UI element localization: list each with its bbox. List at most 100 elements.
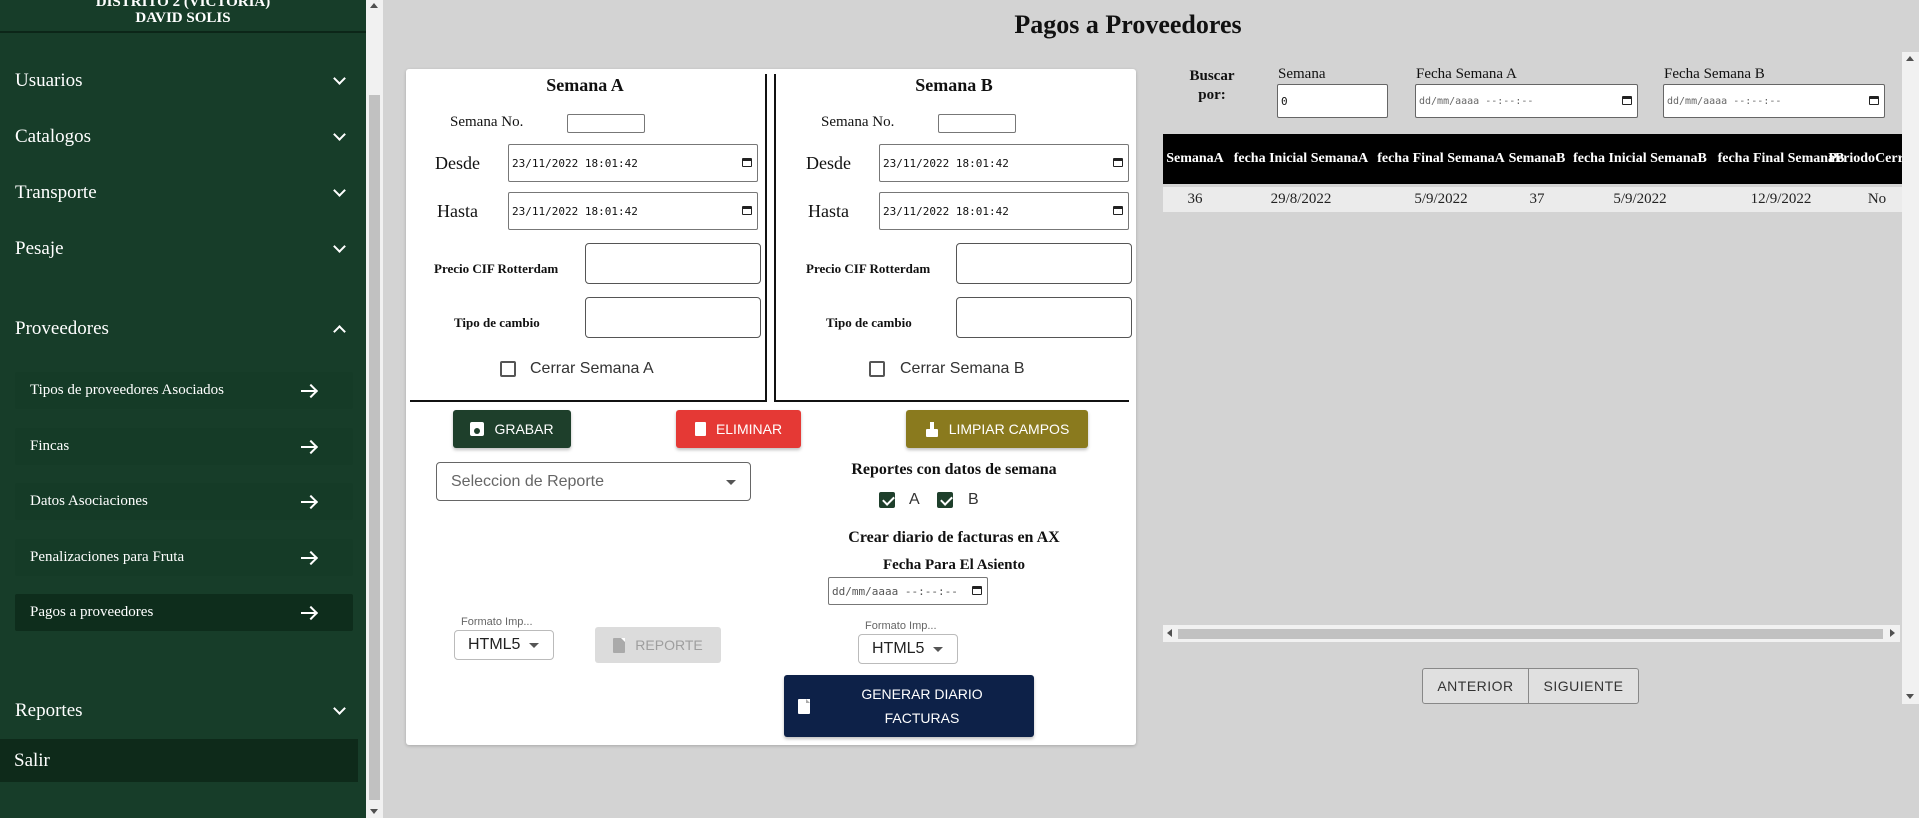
calendar-icon[interactable] bbox=[742, 206, 752, 215]
formato-select[interactable]: HTML5 bbox=[454, 630, 554, 660]
report-b-checkbox[interactable] bbox=[937, 492, 953, 508]
submenu-datos-asociaciones[interactable]: Datos Asociaciones bbox=[15, 483, 353, 520]
user-name: DAVID SOLIS bbox=[135, 10, 231, 26]
column-header-line: B bbox=[1697, 151, 1707, 166]
generar-diario-button[interactable]: GENERAR DIARIO FACTURAS bbox=[784, 675, 1034, 737]
semana-b-no-input[interactable] bbox=[938, 114, 1016, 133]
search-fecha-a-label: Fecha Semana A bbox=[1416, 66, 1517, 82]
calendar-icon[interactable] bbox=[742, 158, 752, 167]
semana-a-tipo-cambio-label: Tipo de cambio bbox=[454, 315, 540, 330]
menu-transporte[interactable]: Transporte bbox=[0, 173, 366, 213]
table-header: Semana A fecha Inicial Semana A fecha Fina… bbox=[1163, 134, 1919, 184]
scroll-up-icon[interactable] bbox=[370, 3, 378, 8]
submenu-pagos-proveedores[interactable]: Pagos a proveedores bbox=[15, 594, 353, 631]
header-divider bbox=[0, 31, 366, 33]
semana-a-desde-input[interactable]: 23/11/2022 18:01:42 bbox=[508, 144, 758, 182]
semana-a-title: Semana A bbox=[546, 75, 624, 95]
grabar-button-label: GRABAR bbox=[494, 421, 554, 437]
scroll-down-icon[interactable] bbox=[370, 809, 378, 814]
menu-usuarios[interactable]: Usuarios bbox=[0, 61, 366, 101]
semana-b-tipo-cambio-input[interactable] bbox=[956, 297, 1132, 338]
trash-icon bbox=[694, 422, 706, 436]
column-header[interactable]: Semana B bbox=[1507, 134, 1567, 184]
menu-proveedores[interactable]: Proveedores bbox=[0, 309, 366, 349]
column-divider bbox=[765, 74, 767, 402]
semana-b-hasta-input[interactable]: 23/11/2022 18:01:42 bbox=[879, 192, 1129, 230]
reporte-button[interactable]: REPORTE bbox=[595, 627, 721, 663]
submenu-pagos-label: Pagos a proveedores bbox=[30, 604, 154, 620]
semana-b-precio-input[interactable] bbox=[956, 243, 1132, 284]
menu-salir[interactable]: Salir bbox=[0, 739, 358, 782]
calendar-icon[interactable] bbox=[1113, 158, 1123, 167]
report-a-checkbox[interactable] bbox=[879, 492, 895, 508]
form-card: Semana A Semana No. Desde 23/11/2022 18:… bbox=[406, 69, 1136, 745]
save-icon bbox=[470, 422, 485, 436]
reporte-select[interactable]: Seleccion de Reporte bbox=[436, 462, 751, 501]
fecha-asiento-label: Fecha Para El Asiento bbox=[882, 557, 1026, 573]
column-header[interactable]: fecha Inicial Semana A bbox=[1227, 134, 1375, 184]
menu-catalogos[interactable]: Catalogos bbox=[0, 117, 366, 157]
semana-a-precio-input[interactable] bbox=[585, 243, 761, 284]
column-header-line: A bbox=[1494, 151, 1505, 166]
table-cell: 5/9/2022 bbox=[1613, 191, 1667, 207]
search-fecha-a-input[interactable]: dd/mm/aaaa --:--:-- bbox=[1415, 84, 1638, 118]
formato-value: HTML5 bbox=[468, 636, 521, 653]
calendar-icon[interactable] bbox=[1869, 96, 1879, 105]
eliminar-button[interactable]: ELIMINAR bbox=[676, 410, 801, 448]
submenu-penalizaciones[interactable]: Penalizaciones para Fruta bbox=[15, 539, 353, 576]
calendar-icon[interactable] bbox=[1113, 206, 1123, 215]
fecha-asiento-input[interactable]: dd/mm/aaaa --:--:-- bbox=[828, 577, 988, 605]
table-row[interactable]: 36 29/8/2022 5/9/2022 37 5/9/2022 12/9/2… bbox=[1163, 187, 1905, 212]
cerrar-semana-a-checkbox[interactable] bbox=[500, 361, 516, 377]
search-semana-label: Semana bbox=[1278, 66, 1326, 82]
submenu-tipos-label: Tipos de proveedores Asociados bbox=[30, 382, 225, 398]
column-header[interactable]: fecha Final Semana A bbox=[1375, 134, 1507, 184]
chevron-down-icon bbox=[726, 480, 736, 485]
sidebar-scrollbar-thumb[interactable] bbox=[369, 95, 380, 800]
semana-a-tipo-cambio-input[interactable] bbox=[585, 297, 761, 338]
scroll-right-icon[interactable] bbox=[1890, 629, 1895, 637]
scroll-down-icon[interactable] bbox=[1906, 694, 1914, 699]
limpiar-campos-button[interactable]: LIMPIAR CAMPOS bbox=[906, 410, 1088, 448]
search-fecha-b-input[interactable]: dd/mm/aaaa --:--:-- bbox=[1663, 84, 1885, 118]
column-header-line: Semana bbox=[1166, 151, 1214, 166]
column-header-line: fecha Final Semana bbox=[1377, 151, 1495, 166]
sidebar: DISTRITO 2 (VICTORIA) DAVID SOLIS Usuari… bbox=[0, 0, 366, 818]
calendar-icon[interactable] bbox=[972, 586, 982, 595]
cerrar-semana-a-label: Cerrar Semana A bbox=[530, 360, 654, 377]
siguiente-button[interactable]: SIGUIENTE bbox=[1528, 668, 1639, 704]
fecha-asiento-placeholder: dd/mm/aaaa --:--:-- bbox=[832, 584, 958, 598]
reporte-select-placeholder: Seleccion de Reporte bbox=[451, 472, 604, 490]
arrow-right-icon bbox=[301, 551, 317, 565]
grabar-button[interactable]: GRABAR bbox=[453, 410, 571, 448]
menu-reportes[interactable]: Reportes bbox=[0, 691, 366, 731]
semana-b-desde-value: 23/11/2022 18:01:42 bbox=[883, 156, 1009, 170]
search-fecha-b-placeholder: dd/mm/aaaa --:--:-- bbox=[1667, 95, 1782, 107]
chevron-down-icon bbox=[933, 647, 943, 652]
cerrar-semana-b-checkbox[interactable] bbox=[869, 361, 885, 377]
arrow-right-icon bbox=[301, 384, 317, 398]
column-header[interactable]: Semana A bbox=[1163, 134, 1227, 184]
table-vertical-scrollbar[interactable] bbox=[1902, 52, 1919, 704]
column-header[interactable]: fecha Inicial Semana B bbox=[1567, 134, 1713, 184]
formato-label: Formato Imp... bbox=[461, 616, 533, 628]
search-semana-input[interactable]: 0 bbox=[1277, 84, 1388, 118]
scroll-up-icon[interactable] bbox=[1906, 56, 1914, 61]
calendar-icon[interactable] bbox=[1622, 96, 1632, 105]
semana-a-no-input[interactable] bbox=[567, 114, 645, 133]
semana-a-desde-value: 23/11/2022 18:01:42 bbox=[512, 156, 638, 170]
submenu-tipos-proveedores[interactable]: Tipos de proveedores Asociados bbox=[15, 372, 353, 409]
anterior-button[interactable]: ANTERIOR bbox=[1422, 668, 1529, 704]
formato2-select[interactable]: HTML5 bbox=[858, 634, 958, 664]
scroll-left-icon[interactable] bbox=[1167, 629, 1172, 637]
semana-b-title: Semana B bbox=[915, 75, 993, 95]
column-header[interactable]: PeriodoCerrado bbox=[1828, 134, 1919, 184]
menu-pesaje[interactable]: Pesaje bbox=[0, 229, 366, 269]
submenu-fincas[interactable]: Fincas bbox=[15, 428, 353, 465]
semana-b-desde-input[interactable]: 23/11/2022 18:01:42 bbox=[879, 144, 1129, 182]
column-header-line: fecha Final Semana bbox=[1717, 151, 1836, 166]
column-header-line: fecha Inicial Semana bbox=[1233, 151, 1359, 166]
semana-a-desde-label: Desde bbox=[435, 153, 480, 173]
table-scrollbar-thumb[interactable] bbox=[1178, 629, 1883, 639]
semana-a-hasta-input[interactable]: 23/11/2022 18:01:42 bbox=[508, 192, 758, 230]
